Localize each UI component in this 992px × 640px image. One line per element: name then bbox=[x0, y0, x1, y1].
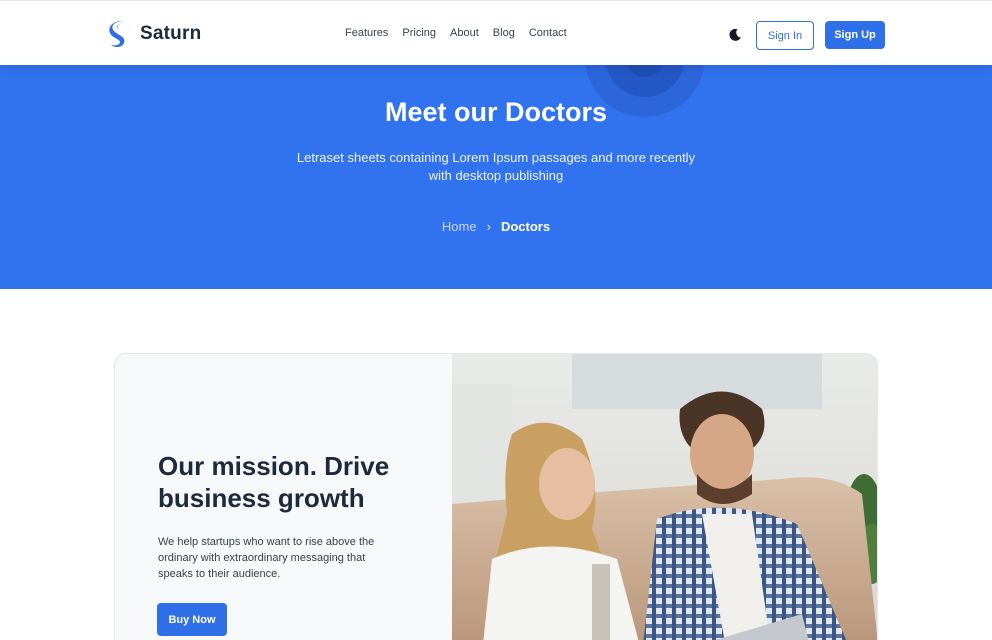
hero-banner: Meet our Doctors Letraset sheets contain… bbox=[0, 65, 992, 289]
brand-logo[interactable]: Saturn bbox=[106, 19, 201, 49]
chevron-right-icon: › bbox=[486, 219, 491, 234]
nav-item-contact[interactable]: Contact bbox=[529, 27, 567, 39]
mission-card: Our mission. Drive business growth We he… bbox=[114, 353, 878, 640]
nav-item-pricing[interactable]: Pricing bbox=[402, 27, 436, 39]
buy-now-button[interactable]: Buy Now bbox=[157, 603, 227, 636]
brand-name: Saturn bbox=[140, 23, 202, 44]
sign-up-button[interactable]: Sign Up bbox=[825, 21, 885, 49]
nav-item-blog[interactable]: Blog bbox=[493, 27, 515, 39]
breadcrumb-current: Doctors bbox=[500, 219, 551, 234]
nav-item-features[interactable]: Features bbox=[345, 27, 388, 39]
breadcrumb: Home › Doctors bbox=[0, 219, 992, 234]
site-header: Saturn Features Pricing About Blog Conta… bbox=[0, 0, 992, 65]
main-nav: Features Pricing About Blog Contact bbox=[345, 27, 581, 39]
nav-item-about[interactable]: About bbox=[450, 27, 479, 39]
sign-in-button[interactable]: Sign In bbox=[756, 21, 814, 50]
mission-description: We help startups who want to rise above … bbox=[158, 536, 375, 580]
breadcrumb-home-link[interactable]: Home bbox=[442, 219, 477, 234]
mission-title: Our mission. Drive business growth bbox=[158, 451, 390, 513]
mission-content: Our mission. Drive business growth We he… bbox=[115, 354, 452, 640]
saturn-logo-icon bbox=[109, 20, 126, 48]
page-title: Meet our Doctors bbox=[384, 97, 608, 127]
mission-photo bbox=[452, 354, 877, 640]
hero-subtitle: Letraset sheets containing Lorem Ipsum p… bbox=[296, 150, 696, 183]
moon-icon[interactable] bbox=[727, 27, 743, 43]
